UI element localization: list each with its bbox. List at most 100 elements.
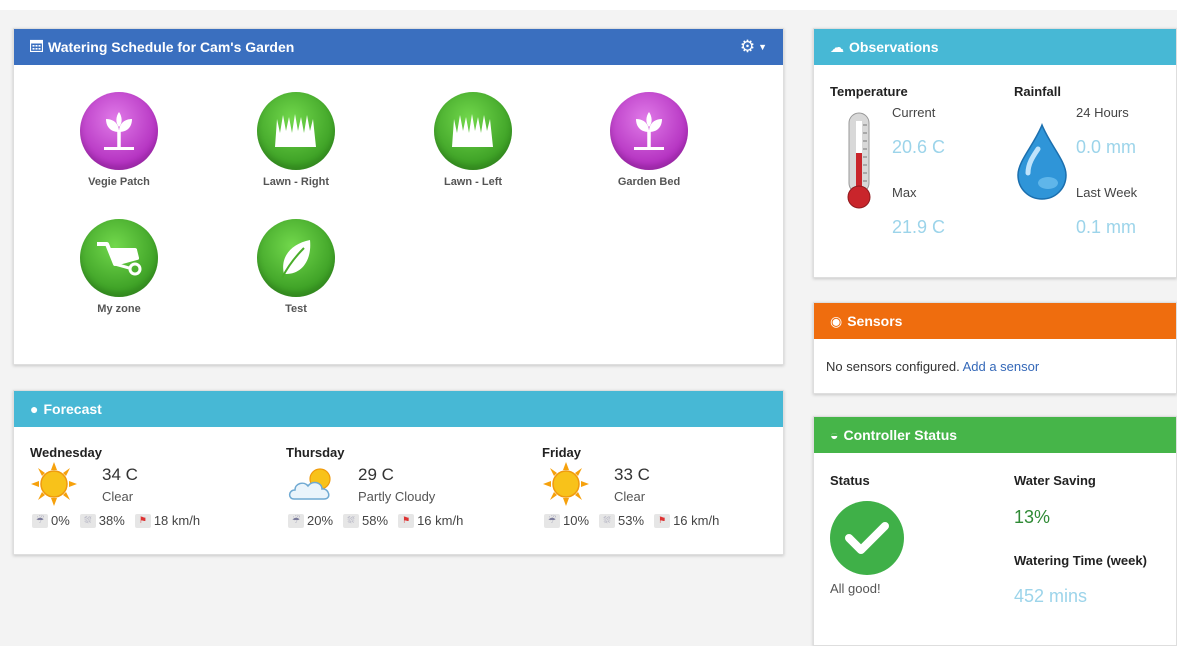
rain-stat: ☔ 10%: [544, 513, 589, 528]
forecast-day: Friday 33 C Clear ☔ 10% ⛆ 53% ⚑ 16 km/h: [542, 445, 782, 528]
controller-title: Controller Status: [843, 427, 958, 443]
humidity-value: 38%: [98, 513, 125, 528]
zone-label: Test: [285, 303, 307, 315]
zone-lawn-right[interactable]: Lawn - Right: [226, 92, 366, 188]
rain-chance-icon: ☔: [288, 513, 304, 528]
status-heading: Status: [830, 473, 870, 488]
rain-stat: ☔ 0%: [32, 513, 70, 528]
humidity-stat: ⛆ 58%: [343, 513, 388, 528]
schedule-title: Watering Schedule for Cam's Garden: [48, 39, 295, 55]
watering-schedule-panel: Watering Schedule for Cam's Garden ⚙ ▼ Ve…: [13, 28, 784, 365]
zone-label: Vegie Patch: [88, 176, 150, 188]
rainfall-week-value: 0.1 mm: [1076, 217, 1137, 237]
zone-test[interactable]: Test: [226, 219, 366, 315]
wind-stat: ⚑ 16 km/h: [398, 513, 463, 528]
day-condition: Partly Cloudy: [358, 489, 436, 504]
watering-time-value: 452 mins: [1014, 586, 1088, 606]
schedule-header: Watering Schedule for Cam's Garden ⚙ ▼: [14, 29, 783, 65]
forecast-day: Wednesday 34 C Clear ☔ 0% ⛆ 38% ⚑ 18 km/h: [30, 445, 270, 528]
humidity-value: 58%: [362, 513, 389, 528]
calendar-icon: [29, 39, 44, 55]
day-name: Wednesday: [30, 445, 103, 460]
sensor-icon: ◉: [830, 312, 843, 329]
zone-my-zone[interactable]: My zone: [49, 219, 189, 315]
rain-value: 0%: [51, 513, 70, 528]
zone-label: Lawn - Right: [263, 176, 329, 188]
wind-value: 16 km/h: [417, 513, 464, 528]
checkmark-icon: [830, 501, 904, 575]
wind-flag-icon: ⚑: [398, 513, 415, 528]
wind-stat: ⚑ 16 km/h: [654, 513, 719, 528]
day-condition: Clear: [614, 489, 646, 504]
sensors-title: Sensors: [847, 313, 903, 329]
settings-menu-button[interactable]: ⚙ ▼: [740, 37, 767, 57]
grass-icon: [434, 92, 512, 170]
sensors-header: ◉ Sensors: [814, 303, 1176, 339]
rain-stat: ☔ 20%: [288, 513, 333, 528]
dashboard-icon: ◒: [830, 427, 839, 443]
current-label: Current: [892, 105, 936, 120]
humidity-stat: ⛆ 53%: [599, 513, 644, 528]
zone-lawn-left[interactable]: Lawn - Left: [403, 92, 543, 188]
day-name: Thursday: [286, 445, 345, 460]
gear-icon: ⚙: [739, 37, 756, 56]
max-temperature-value: 21.9 C: [892, 217, 946, 237]
chevron-down-icon: ▼: [758, 42, 767, 52]
no-sensors-message: No sensors configured.: [826, 359, 960, 374]
wheelbarrow-icon: [80, 219, 158, 297]
controller-header: ◒ Controller Status: [814, 417, 1176, 453]
max-label: Max: [892, 185, 917, 200]
forecast-title: Forecast: [43, 401, 102, 417]
forecast-panel: ● Forecast Wednesday 34 C Clear ☔ 0% ⛆ 38%…: [13, 390, 784, 555]
humidity-icon: ⛆: [79, 513, 96, 528]
partly-cloudy-icon: [286, 461, 340, 512]
last-week-label: Last Week: [1076, 185, 1138, 200]
day-stats: ☔ 10% ⛆ 53% ⚑ 16 km/h: [544, 513, 719, 528]
controller-status-panel: ◒ Controller Status Status All good! Wat…: [813, 416, 1177, 646]
day-stats: ☔ 20% ⛆ 58% ⚑ 16 km/h: [288, 513, 463, 528]
zone-label: Lawn - Left: [443, 176, 503, 188]
day-name: Friday: [542, 445, 582, 460]
observations-header: ☁ Observations: [814, 29, 1176, 65]
zone-label: My zone: [97, 303, 141, 315]
plant-icon: [610, 92, 688, 170]
zone-label: Garden Bed: [617, 176, 681, 188]
rain-chance-icon: ☔: [32, 513, 48, 528]
wind-stat: ⚑ 18 km/h: [134, 513, 201, 528]
day-temperature: 34 C: [102, 465, 138, 484]
day-temperature: 33 C: [614, 465, 650, 484]
forecast-day: Thursday 29 C Partly Cloudy ☔ 20% ⛆ 58% ⚑ 1…: [286, 445, 526, 528]
status-text: All good!: [830, 581, 881, 596]
leaf-icon: [257, 219, 335, 297]
circle-icon: ●: [30, 401, 39, 417]
water-saving-heading: Water Saving: [1014, 473, 1096, 488]
thermometer-icon: [842, 111, 876, 216]
add-sensor-link[interactable]: Add a sensor: [963, 359, 1040, 374]
zone-vegie-patch[interactable]: Vegie Patch: [49, 92, 189, 188]
temperature-heading: Temperature: [830, 84, 908, 99]
humidity-stat: ⛆ 38%: [79, 513, 125, 528]
observations-panel: ☁ Observations Temperature Current 20.6 …: [813, 28, 1177, 278]
cloud-icon: ☁: [830, 38, 844, 55]
sun-icon: [542, 461, 590, 512]
day-temperature: 29 C: [358, 465, 394, 484]
wind-flag-icon: ⚑: [134, 513, 151, 528]
water-drop-icon: [1014, 122, 1070, 208]
24-hours-label: 24 Hours: [1076, 105, 1129, 120]
wind-flag-icon: ⚑: [654, 513, 671, 528]
water-saving-value: 13%: [1014, 507, 1051, 527]
current-temperature-value: 20.6 C: [892, 137, 946, 157]
day-stats: ☔ 0% ⛆ 38% ⚑ 18 km/h: [32, 513, 200, 528]
zone-garden-bed[interactable]: Garden Bed: [579, 92, 719, 188]
rainfall-heading: Rainfall: [1014, 84, 1061, 99]
grass-icon: [257, 92, 335, 170]
plant-icon: [80, 92, 158, 170]
rain-value: 20%: [307, 513, 334, 528]
wind-value: 18 km/h: [153, 513, 201, 528]
humidity-icon: ⛆: [599, 513, 616, 528]
humidity-icon: ⛆: [343, 513, 360, 528]
rain-chance-icon: ☔: [544, 513, 560, 528]
observations-title: Observations: [849, 39, 939, 55]
rain-value: 10%: [563, 513, 590, 528]
sensors-panel: ◉ Sensors No sensors configured. Add a s…: [813, 302, 1177, 394]
